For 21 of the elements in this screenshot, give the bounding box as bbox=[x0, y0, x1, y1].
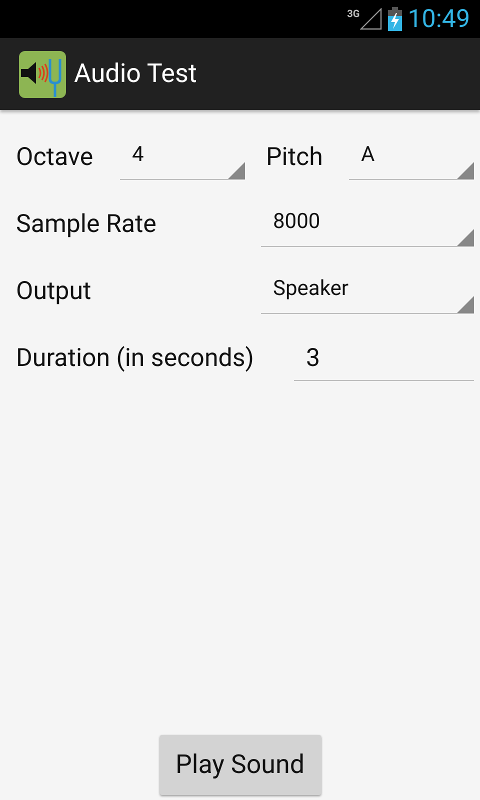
clock: 10:49 bbox=[408, 6, 470, 32]
dropdown-corner-icon bbox=[457, 228, 474, 246]
dropdown[interactable]: 4 bbox=[120, 136, 245, 180]
play-sound-button[interactable]: Play Sound bbox=[160, 735, 320, 795]
signal-icon bbox=[360, 8, 382, 30]
dropdown-corner-icon bbox=[457, 162, 474, 178]
field-label: Sample Rate bbox=[16, 208, 158, 241]
field-label: Output bbox=[16, 276, 92, 308]
field-label: Octave bbox=[16, 142, 94, 174]
dropdown[interactable]: Speaker bbox=[261, 270, 474, 314]
network-type: 3G bbox=[347, 10, 360, 20]
field-label: Pitch bbox=[266, 142, 324, 174]
dropdown-corner-icon bbox=[228, 162, 245, 178]
field-label: Duration (in seconds) bbox=[16, 342, 255, 375]
battery-charging-icon bbox=[388, 7, 402, 31]
duration-field[interactable]: 3 bbox=[294, 336, 474, 380]
dropdown-corner-icon bbox=[457, 296, 474, 312]
app-icon bbox=[19, 50, 66, 98]
dropdown[interactable]: A bbox=[349, 136, 474, 180]
app-title: Audio Test bbox=[74, 58, 197, 90]
dropdown[interactable]: 8000 bbox=[261, 202, 474, 246]
